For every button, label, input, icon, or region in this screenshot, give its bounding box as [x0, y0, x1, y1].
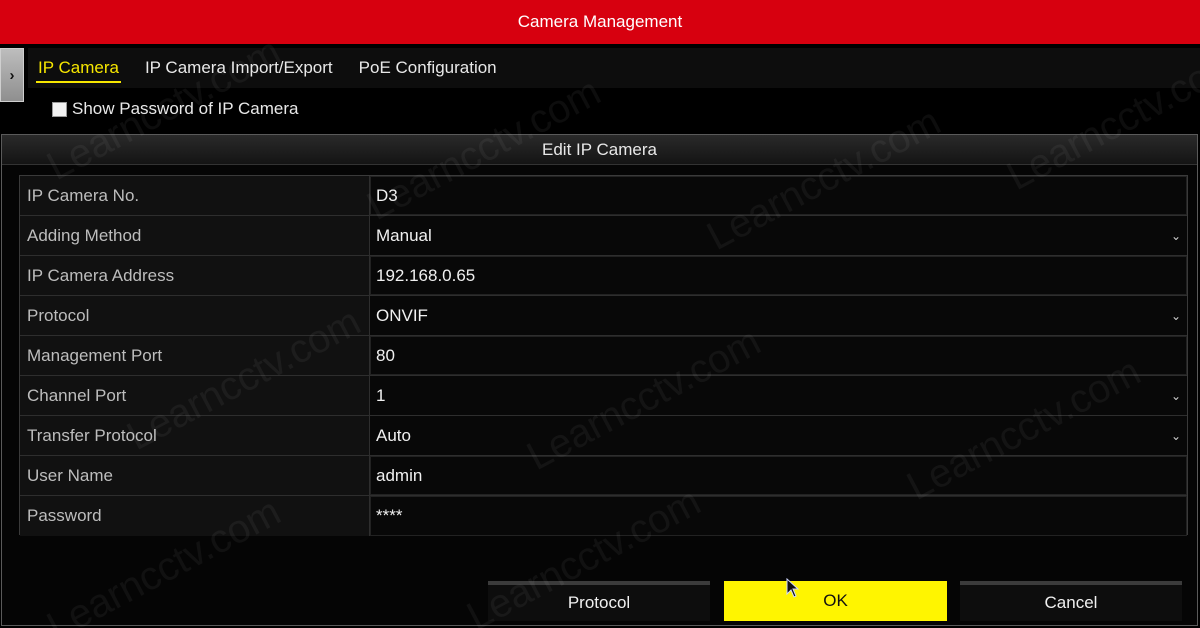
- dialog-buttons: Protocol OK Cancel: [488, 581, 1198, 621]
- form-row-transfer-protocol: Transfer Protocol Auto ⌄: [20, 416, 1187, 456]
- form-label: Transfer Protocol: [20, 416, 370, 455]
- ip-camera-address-field[interactable]: 192.168.0.65: [370, 256, 1187, 295]
- form-label: Adding Method: [20, 216, 370, 255]
- field-value: D3: [376, 185, 398, 205]
- form-label: Password: [20, 496, 370, 536]
- tab-ip-camera-import-export[interactable]: IP Camera Import/Export: [135, 48, 343, 88]
- field-value: ****: [376, 506, 403, 525]
- chevron-right-icon: ›: [9, 66, 15, 84]
- form-row-user-name: User Name admin: [20, 456, 1187, 496]
- form-row-password: Password ****: [20, 496, 1187, 536]
- form-row-ip-camera-address: IP Camera Address 192.168.0.65: [20, 256, 1187, 296]
- adding-method-select[interactable]: Manual ⌄: [370, 216, 1187, 255]
- form-row-protocol: Protocol ONVIF ⌄: [20, 296, 1187, 336]
- form-label: IP Camera No.: [20, 176, 370, 215]
- cancel-button[interactable]: Cancel: [960, 581, 1182, 621]
- transfer-protocol-select[interactable]: Auto ⌄: [370, 416, 1187, 455]
- window-title: Camera Management: [517, 12, 683, 31]
- protocol-select[interactable]: ONVIF ⌄: [370, 296, 1187, 335]
- sidebar-expand-button[interactable]: ›: [0, 48, 24, 102]
- tab-bar: IP Camera IP Camera Import/Export PoE Co…: [28, 48, 1200, 88]
- dialog-title: Edit IP Camera: [2, 135, 1197, 165]
- chevron-down-icon: ⌄: [1170, 428, 1182, 443]
- tab-poe-configuration[interactable]: PoE Configuration: [349, 48, 507, 88]
- chevron-down-icon: ⌄: [1170, 228, 1182, 243]
- ip-camera-no-field[interactable]: D3: [370, 176, 1187, 215]
- field-value: 80: [376, 345, 395, 365]
- edit-ip-camera-dialog: Edit IP Camera IP Camera No. D3 Adding M…: [1, 134, 1198, 626]
- form-label: Protocol: [20, 296, 370, 335]
- user-name-field[interactable]: admin: [370, 456, 1187, 495]
- form-label: Management Port: [20, 336, 370, 375]
- field-value: Auto: [376, 425, 411, 445]
- form-label: Channel Port: [20, 376, 370, 415]
- field-value: admin: [376, 465, 423, 485]
- password-field[interactable]: ****: [370, 496, 1187, 536]
- form-label: IP Camera Address: [20, 256, 370, 295]
- show-password-label: Show Password of IP Camera: [72, 99, 299, 118]
- show-password-checkbox[interactable]: [52, 101, 67, 117]
- chevron-down-icon: ⌄: [1170, 388, 1182, 403]
- field-value: 1: [376, 385, 386, 405]
- field-value: Manual: [376, 225, 432, 245]
- form-row-channel-port: Channel Port 1 ⌄: [20, 376, 1187, 416]
- form-row-ip-camera-no: IP Camera No. D3: [20, 176, 1187, 216]
- show-password-option[interactable]: Show Password of IP Camera: [52, 97, 298, 121]
- mouse-cursor-icon: [786, 578, 800, 598]
- management-port-field[interactable]: 80: [370, 336, 1187, 375]
- form-row-management-port: Management Port 80: [20, 336, 1187, 376]
- tab-ip-camera[interactable]: IP Camera: [28, 48, 129, 88]
- field-value: ONVIF: [376, 305, 428, 325]
- chevron-down-icon: ⌄: [1170, 308, 1182, 323]
- form-label: User Name: [20, 456, 370, 495]
- field-value: 192.168.0.65: [376, 265, 476, 285]
- protocol-button[interactable]: Protocol: [488, 581, 710, 621]
- channel-port-select[interactable]: 1 ⌄: [370, 376, 1187, 415]
- form-row-adding-method: Adding Method Manual ⌄: [20, 216, 1187, 256]
- window-title-bar: Camera Management: [0, 0, 1200, 44]
- camera-form: IP Camera No. D3 Adding Method Manual ⌄ …: [19, 175, 1188, 536]
- ok-button[interactable]: OK: [724, 581, 947, 621]
